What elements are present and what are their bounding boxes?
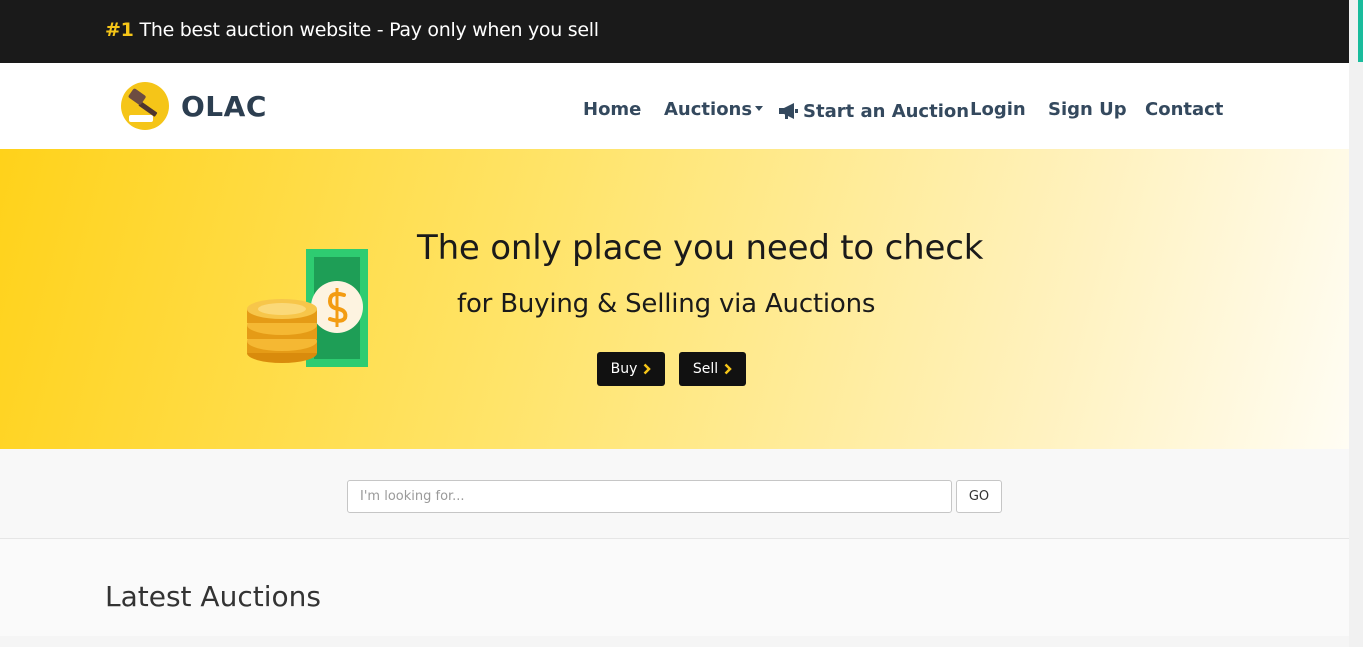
gavel-icon [121, 82, 169, 130]
money-coins-icon [247, 249, 368, 367]
nav-login-label: Login [970, 99, 1026, 120]
brand-name: OLAC [181, 89, 267, 123]
latest-auctions-title: Latest Auctions [105, 580, 321, 613]
nav-contact[interactable]: Contact [1145, 99, 1223, 123]
nav-start-auction-label: Start an Auction [803, 100, 970, 122]
hero-banner: The only place you need to check for Buy… [0, 149, 1349, 449]
announcement-text: #1 The best auction website - Pay only wh… [105, 19, 599, 41]
search-section: GO [0, 449, 1349, 539]
nav-auctions-label: Auctions [664, 99, 753, 120]
buy-button-label: Buy [610, 361, 638, 377]
announcement-tagline: The best auction website - Pay only when… [139, 19, 599, 41]
scrollbar-track[interactable] [1349, 0, 1363, 647]
nav-home-label: Home [583, 99, 642, 120]
buy-button[interactable]: Buy [597, 352, 665, 386]
go-button[interactable]: GO [956, 480, 1002, 513]
sell-button[interactable]: Sell [679, 352, 746, 386]
search-input[interactable] [347, 480, 952, 513]
nav-signup-label: Sign Up [1048, 99, 1127, 120]
announcement-rank: #1 [105, 19, 134, 41]
nav-contact-label: Contact [1145, 99, 1224, 120]
sell-button-label: Sell [692, 361, 719, 377]
nav-login[interactable]: Login [970, 99, 1026, 123]
navbar: OLAC Home Auctions Start an Auction Logi… [0, 63, 1349, 149]
scrollbar-thumb[interactable] [1358, 0, 1363, 62]
latest-auctions-section: Latest Auctions [0, 539, 1349, 636]
announcement-bar: #1 The best auction website - Pay only wh… [0, 0, 1349, 63]
chevron-right-icon [724, 363, 732, 375]
hero-title: The only place you need to check [417, 228, 984, 268]
nav-auctions-dropdown[interactable]: Auctions [664, 99, 764, 123]
caret-down-icon [755, 105, 764, 111]
brand-logo[interactable]: OLAC [121, 82, 267, 130]
chevron-right-icon [643, 363, 652, 375]
go-button-label: GO [968, 489, 990, 504]
nav-signup[interactable]: Sign Up [1048, 99, 1127, 123]
nav-start-auction[interactable]: Start an Auction [778, 99, 969, 123]
hero-subtitle: for Buying & Selling via Auctions [457, 289, 876, 319]
nav-home[interactable]: Home [583, 99, 641, 123]
megaphone-icon [779, 103, 798, 119]
